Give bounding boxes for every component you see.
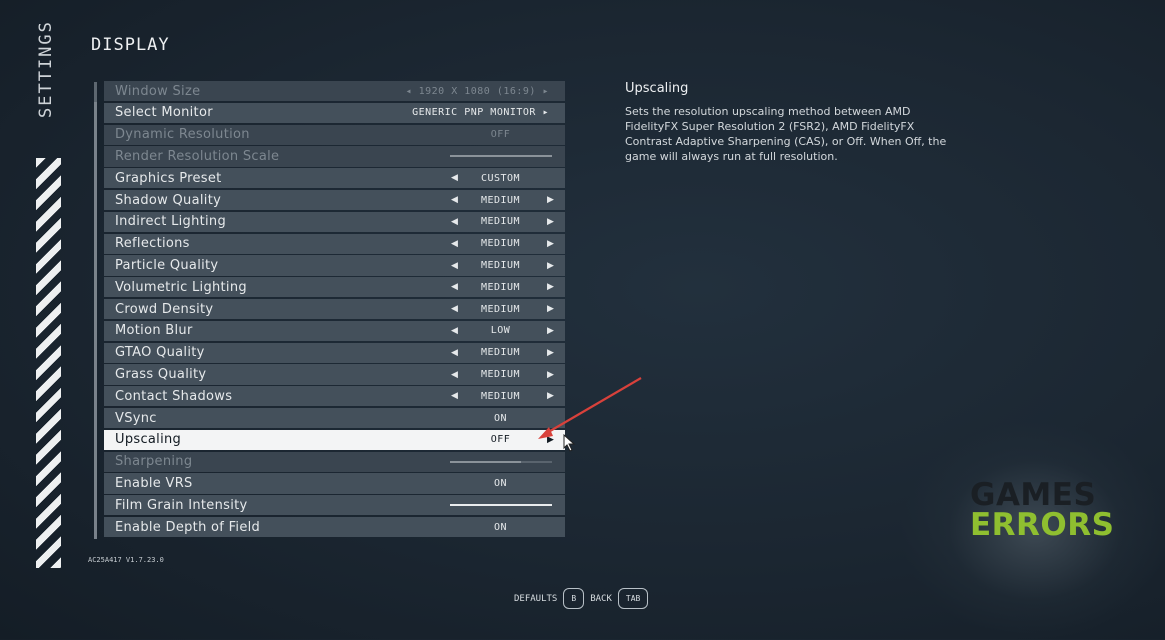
mouse-cursor-icon bbox=[563, 434, 576, 452]
annotation-arrow-icon bbox=[538, 377, 642, 439]
